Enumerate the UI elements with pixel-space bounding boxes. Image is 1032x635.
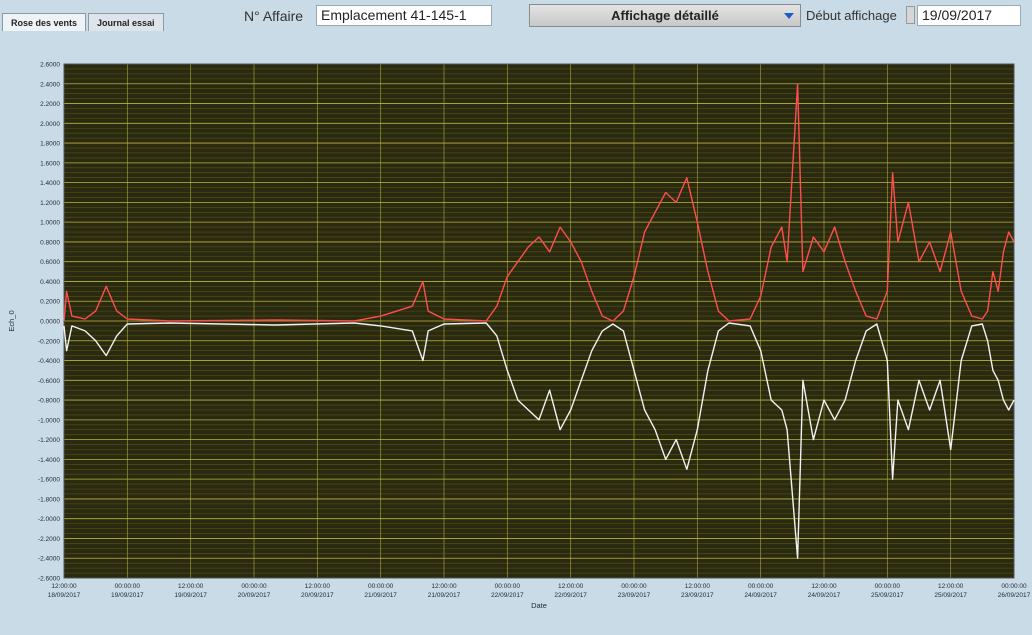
y-tick-label: 1.8000 [40,141,60,148]
debut-date-input[interactable]: 19/09/2017 [917,5,1021,26]
x-tick-label: 12:00:00 [811,583,837,590]
x-tick-date: 22/09/2017 [554,592,587,599]
x-tick-date: 25/09/2017 [934,592,967,599]
y-tick-label: 2.2000 [40,101,60,108]
x-tick-date: 26/09/2017 [998,592,1031,599]
x-tick-label: 00:00:00 [875,583,901,590]
x-tick-label: 12:00:00 [685,583,711,590]
y-tick-label: 0.0000 [40,319,60,326]
y-tick-label: -0.6000 [38,378,60,385]
y-tick-label: 1.2000 [40,200,60,207]
x-tick-date: 22/09/2017 [491,592,524,599]
y-tick-label: 1.6000 [40,160,60,167]
y-tick-label: 1.0000 [40,220,60,227]
top-toolbar: Rose des vents Journal essai N° Affaire … [0,0,1032,34]
x-tick-date: 23/09/2017 [618,592,651,599]
y-tick-label: -1.4000 [38,457,60,464]
debut-label: Début affichage [806,8,897,23]
tab-strip: Rose des vents Journal essai [2,13,166,31]
x-tick-date: 25/09/2017 [871,592,904,599]
display-mode-dropdown[interactable]: Affichage détaillé [529,4,801,27]
display-mode-value: Affichage détaillé [611,8,719,23]
y-tick-label: 1.4000 [40,180,60,187]
x-tick-date: 19/09/2017 [174,592,207,599]
y-tick-label: -0.4000 [38,358,60,365]
x-tick-date: 21/09/2017 [428,592,461,599]
x-axis-label: Date [531,601,547,610]
x-tick-label: 00:00:00 [495,583,521,590]
y-tick-label: 0.6000 [40,259,60,266]
affaire-input[interactable]: Emplacement 41-145-1 [316,5,492,26]
y-tick-label: -1.6000 [38,477,60,484]
x-tick-label: 00:00:00 [241,583,267,590]
x-tick-label: 12:00:00 [51,583,77,590]
y-tick-label: 2.4000 [40,81,60,88]
x-tick-date: 19/09/2017 [111,592,144,599]
x-tick-date: 21/09/2017 [364,592,397,599]
y-tick-label: 0.4000 [40,279,60,286]
chart-panel: 2.6000 2.4000 2.2000 2.0000 1.8000 1.6000 1.40… [0,54,1032,630]
x-tick-label: 00:00:00 [115,583,141,590]
x-tick-label: 12:00:00 [431,583,457,590]
y-tick-label: 0.8000 [40,239,60,246]
x-tick-label: 00:00:00 [748,583,774,590]
x-tick-label: 12:00:00 [178,583,204,590]
y-tick-label: -0.2000 [38,338,60,345]
y-tick-label: -1.8000 [38,496,60,503]
y-tick-label: -2.2000 [38,536,60,543]
y-tick-label: 2.6000 [40,62,60,69]
tab-rose-des-vents[interactable]: Rose des vents [2,13,87,31]
chevron-down-icon [784,13,794,19]
x-tick-date: 20/09/2017 [301,592,334,599]
y-axis-label: Ech_0 [7,310,16,331]
x-tick-date: 24/09/2017 [744,592,777,599]
x-tick-label: 00:00:00 [1001,583,1027,590]
y-tick-label: -1.2000 [38,437,60,444]
y-tick-label: -2.6000 [38,576,60,583]
waveform-chart: 2.6000 2.4000 2.2000 2.0000 1.8000 1.6000 1.40… [7,62,1031,611]
y-tick-label: -2.4000 [38,556,60,563]
x-tick-date: 24/09/2017 [808,592,841,599]
x-tick-label: 12:00:00 [305,583,331,590]
date-spin-button[interactable] [906,6,915,24]
x-tick-label: 12:00:00 [558,583,584,590]
x-tick-date: 18/09/2017 [48,592,81,599]
affaire-label: N° Affaire [244,8,304,24]
y-tick-label: 2.0000 [40,121,60,128]
y-tick-label: -2.0000 [38,516,60,523]
x-tick-label: 00:00:00 [621,583,647,590]
tab-journal-essai[interactable]: Journal essai [88,13,164,31]
x-tick-label: 00:00:00 [368,583,394,590]
y-tick-label: -1.0000 [38,417,60,424]
y-tick-label: -0.8000 [38,398,60,405]
x-tick-date: 20/09/2017 [238,592,271,599]
y-tick-label: 0.2000 [40,299,60,306]
x-tick-date: 23/09/2017 [681,592,714,599]
x-tick-label: 12:00:00 [938,583,964,590]
